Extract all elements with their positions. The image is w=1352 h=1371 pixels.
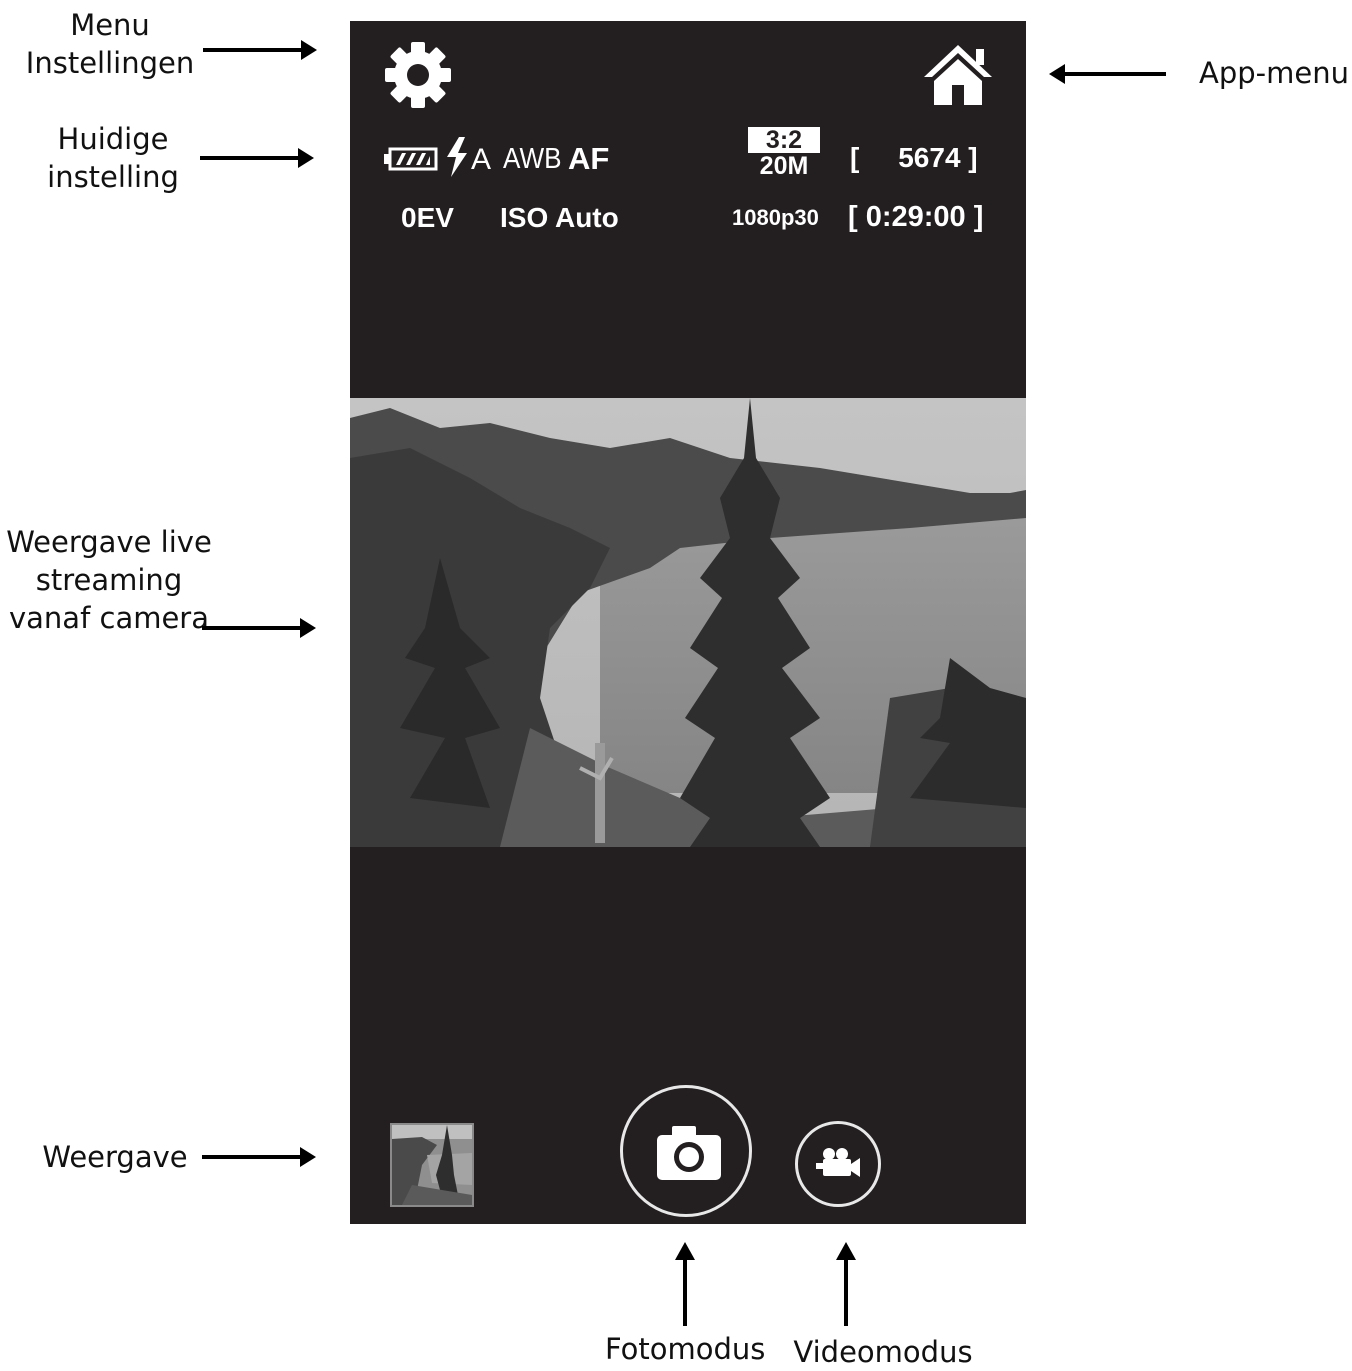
focus-label: AF — [568, 141, 610, 176]
annotation-menu-settings: Menu Instellingen — [25, 8, 195, 80]
annotation-playback: Weergave — [42, 1140, 188, 1174]
playback-thumbnail[interactable] — [390, 1123, 474, 1207]
photo-mode-button[interactable] — [620, 1085, 752, 1217]
annotation-app-menu: App-menu — [1199, 56, 1349, 90]
flash-icon — [445, 137, 469, 177]
exposure-label: 0EV — [401, 202, 454, 233]
gear-icon[interactable] — [384, 41, 452, 109]
flash-mode-label: A — [471, 143, 492, 176]
video-mode-button[interactable] — [795, 1121, 881, 1207]
shots-remaining: [ 5674 ] — [850, 142, 978, 173]
white-balance-label: AWB — [503, 143, 562, 175]
annotation-video-mode: Videomodus — [793, 1335, 973, 1369]
home-icon[interactable] — [922, 43, 994, 109]
live-view-image — [350, 398, 1026, 847]
arrow-current-setting — [200, 148, 314, 168]
video-format-label: 1080p30 — [732, 205, 819, 230]
annotation-current-setting: Huidige instelling — [47, 122, 179, 194]
arrow-playback — [202, 1147, 316, 1167]
battery-icon — [384, 147, 438, 171]
arrow-video-mode — [836, 1242, 856, 1326]
image-size-badge: 3:2 20M — [748, 127, 820, 181]
video-remaining: [ 0:29:00 ] — [848, 201, 984, 233]
annotation-photo-mode: Fotomodus — [605, 1332, 766, 1366]
arrow-app-menu — [1049, 64, 1166, 84]
video-camera-icon — [816, 1148, 860, 1177]
annotation-live-view: Weergave live streaming vanaf camera — [6, 525, 212, 635]
arrow-live-view — [202, 618, 316, 638]
arrow-menu-settings — [203, 40, 317, 60]
camera-icon — [657, 1126, 721, 1180]
arrow-photo-mode — [675, 1242, 695, 1326]
camera-app-screen: A AWB AF 3:2 20M [ 5674 ] 0EV ISO Auto 1… — [350, 21, 1026, 1224]
iso-label: ISO Auto — [500, 202, 619, 233]
